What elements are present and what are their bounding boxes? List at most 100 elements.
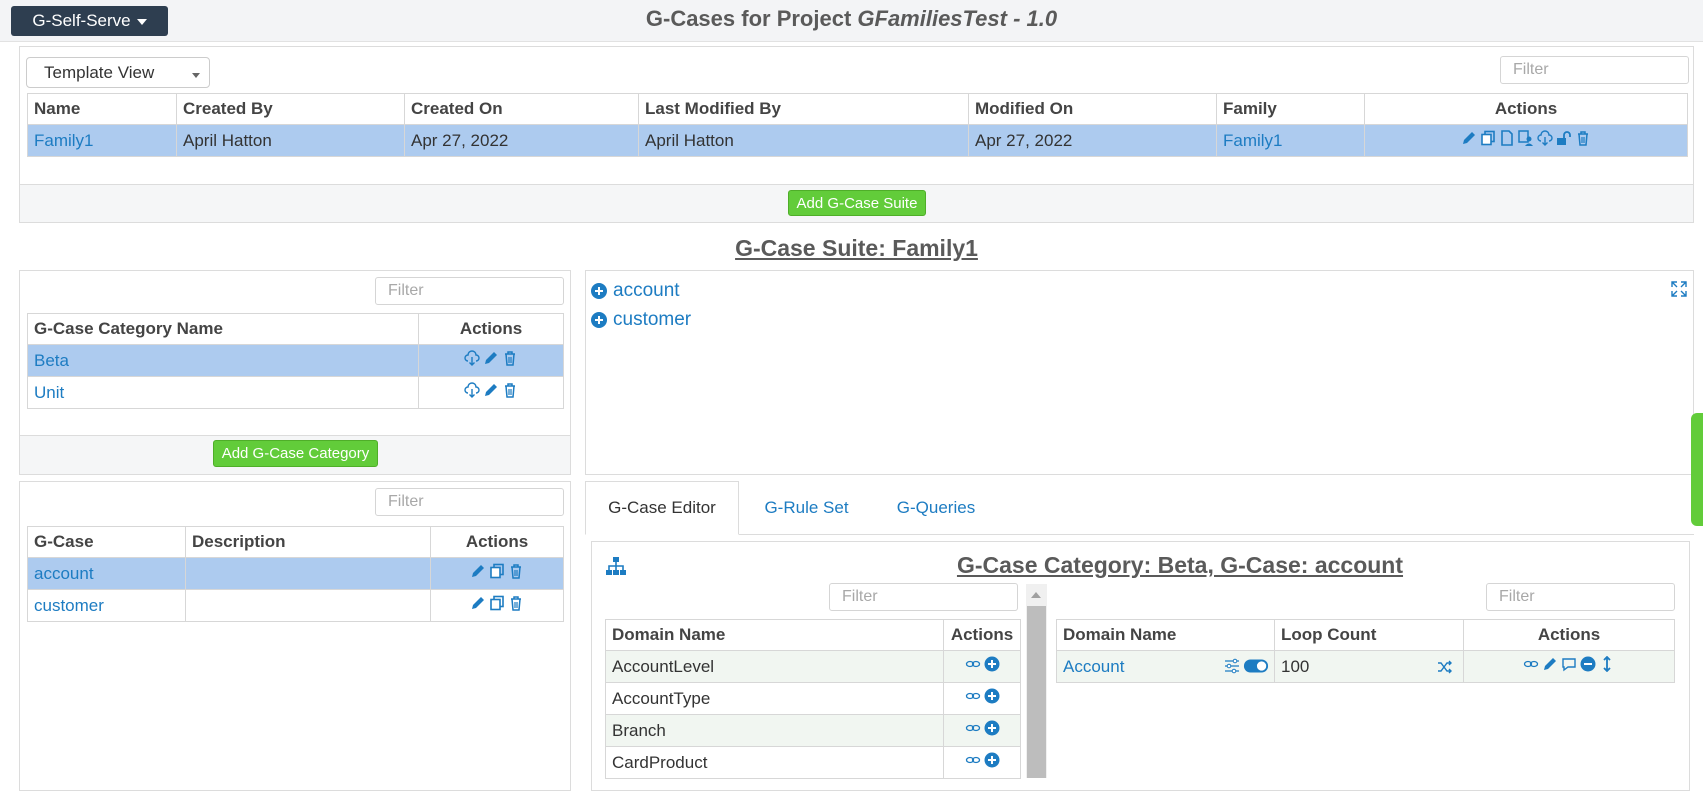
- edit-icon[interactable]: [1542, 656, 1558, 672]
- edit-icon[interactable]: [470, 595, 486, 611]
- edit-icon[interactable]: [470, 563, 486, 579]
- table-row[interactable]: Unit: [27, 376, 564, 409]
- created-on-cell: Apr 27, 2022: [404, 124, 639, 157]
- add-gcase-suite-button[interactable]: Add G-Case Suite: [788, 190, 926, 216]
- link-icon[interactable]: [1523, 656, 1539, 672]
- plus-circle-icon[interactable]: [984, 720, 1000, 736]
- minus-circle-icon[interactable]: [1580, 656, 1596, 672]
- suite-tree-panel: [585, 270, 1694, 475]
- gcase-actions-cell: [430, 589, 564, 622]
- table-row[interactable]: account: [27, 557, 564, 590]
- vertical-resize-icon[interactable]: [1599, 656, 1615, 672]
- edit-icon[interactable]: [1461, 130, 1477, 146]
- view-select-value: Template View: [44, 62, 155, 82]
- table-row[interactable]: Family1 April Hatton Apr 27, 2022 April …: [27, 124, 1688, 157]
- tree-item-label[interactable]: account: [613, 280, 680, 302]
- family-link[interactable]: Family1: [1216, 124, 1365, 157]
- cloud-download-icon[interactable]: [1537, 130, 1553, 146]
- comment-icon[interactable]: [1561, 656, 1577, 672]
- col-modified-on: Modified On: [968, 93, 1217, 125]
- gcase-actions-cell: [430, 557, 564, 590]
- trash-icon[interactable]: [502, 350, 518, 366]
- col-actions: Actions: [943, 619, 1021, 651]
- suite-title: G-Case Suite: Family1: [735, 235, 978, 261]
- expand-icon[interactable]: [1670, 280, 1688, 298]
- gcases-filter-input[interactable]: Filter: [375, 488, 564, 516]
- table-row[interactable]: customer: [27, 589, 564, 622]
- domain-filter-input[interactable]: Filter: [829, 583, 1018, 611]
- link-icon[interactable]: [965, 688, 981, 704]
- col-category-name: G-Case Category Name: [27, 313, 419, 345]
- unlock-icon[interactable]: [1556, 130, 1572, 146]
- col-actions: Actions: [418, 313, 564, 345]
- plus-circle-icon[interactable]: [984, 752, 1000, 768]
- copy-icon[interactable]: [489, 595, 505, 611]
- trash-icon[interactable]: [508, 595, 524, 611]
- col-domain-name: Domain Name: [605, 619, 944, 651]
- table-row[interactable]: AccountLevel: [605, 650, 1021, 683]
- selected-domain-link[interactable]: Account: [1063, 657, 1124, 676]
- tab-gqueries[interactable]: G-Queries: [876, 481, 996, 535]
- tree-item-label[interactable]: customer: [613, 309, 691, 331]
- templates-filter-input[interactable]: Filter: [1500, 56, 1689, 84]
- scroll-up-arrow[interactable]: [1031, 592, 1041, 598]
- col-last-modified-by: Last Modified By: [638, 93, 969, 125]
- domain-actions-cell: [943, 682, 1021, 715]
- link-icon[interactable]: [965, 720, 981, 736]
- gcases-table: G-Case Description Actions account custo…: [27, 526, 564, 622]
- hierarchy-icon[interactable]: [605, 556, 627, 576]
- trash-icon[interactable]: [508, 563, 524, 579]
- table-row[interactable]: Branch: [605, 714, 1021, 747]
- trash-icon[interactable]: [1575, 130, 1591, 146]
- cloud-download-icon[interactable]: [464, 350, 480, 366]
- gcase-name-link[interactable]: customer: [27, 589, 186, 622]
- loop-count-value[interactable]: 100: [1281, 657, 1309, 676]
- copy-icon[interactable]: [1480, 130, 1496, 146]
- col-domain-name: Domain Name: [1056, 619, 1275, 651]
- file-icon[interactable]: [1499, 130, 1515, 146]
- edit-icon[interactable]: [483, 382, 499, 398]
- link-icon[interactable]: [965, 656, 981, 672]
- scrollbar-thumb[interactable]: [1027, 606, 1046, 778]
- tree-item-customer[interactable]: customer: [591, 309, 691, 331]
- plus-circle-icon[interactable]: [591, 312, 607, 328]
- loop-count-cell: 100: [1274, 650, 1464, 683]
- plus-circle-icon[interactable]: [984, 656, 1000, 672]
- gcase-description-cell: [185, 557, 431, 590]
- table-header-row: Domain Name Loop Count Actions: [1056, 619, 1675, 651]
- add-gcase-category-button[interactable]: Add G-Case Category: [213, 440, 378, 467]
- tab-gcase-editor[interactable]: G-Case Editor: [585, 481, 739, 535]
- col-actions: Actions: [430, 526, 564, 558]
- table-row[interactable]: AccountType: [605, 682, 1021, 715]
- gcase-description-cell: [185, 589, 431, 622]
- plus-circle-icon[interactable]: [984, 688, 1000, 704]
- sliders-icon[interactable]: [1224, 658, 1240, 674]
- category-name-link[interactable]: Beta: [27, 344, 419, 377]
- shuffle-icon[interactable]: [1437, 659, 1453, 675]
- trash-icon[interactable]: [502, 382, 518, 398]
- col-family: Family: [1216, 93, 1365, 125]
- selected-domain-filter-input[interactable]: Filter: [1486, 583, 1675, 611]
- link-icon[interactable]: [965, 752, 981, 768]
- side-panel-handle[interactable]: [1691, 413, 1703, 526]
- table-row[interactable]: Account 100: [1056, 650, 1675, 683]
- categories-filter-input[interactable]: Filter: [375, 277, 564, 305]
- table-row[interactable]: CardProduct: [605, 746, 1021, 779]
- domains-table: Domain Name Actions AccountLevel Account…: [605, 619, 1021, 779]
- template-name-link[interactable]: Family1: [27, 124, 177, 157]
- col-description: Description: [185, 526, 431, 558]
- toggle-on-icon[interactable]: [1243, 658, 1269, 674]
- selected-domain-actions-cell: [1463, 650, 1675, 683]
- cloud-download-icon[interactable]: [464, 382, 480, 398]
- col-created-on: Created On: [404, 93, 639, 125]
- tree-item-account[interactable]: account: [591, 280, 680, 302]
- gcase-name-link[interactable]: account: [27, 557, 186, 590]
- view-select[interactable]: Template View: [26, 57, 210, 88]
- tab-grule-set[interactable]: G-Rule Set: [749, 481, 864, 535]
- table-row[interactable]: Beta: [27, 344, 564, 377]
- assign-user-icon[interactable]: [1518, 130, 1534, 146]
- category-name-link[interactable]: Unit: [27, 376, 419, 409]
- copy-icon[interactable]: [489, 563, 505, 579]
- edit-icon[interactable]: [483, 350, 499, 366]
- plus-circle-icon[interactable]: [591, 283, 607, 299]
